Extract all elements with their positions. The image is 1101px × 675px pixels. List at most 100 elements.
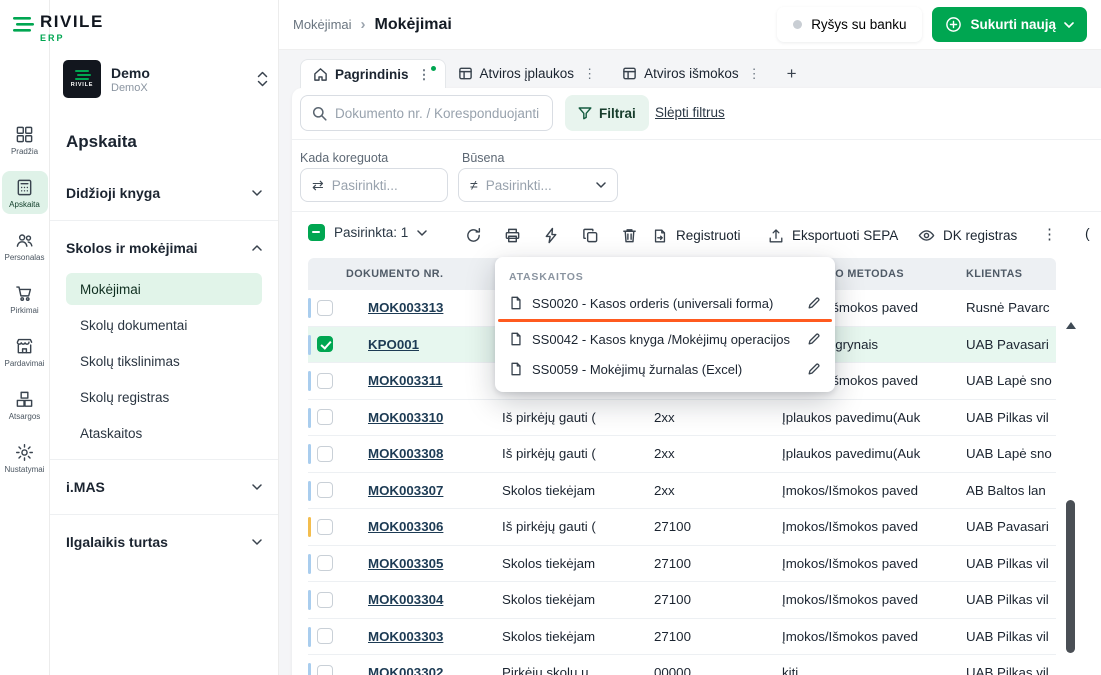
document-link[interactable]: MOK003311: [368, 373, 443, 388]
search-input[interactable]: [335, 106, 541, 121]
sidebar-item-apskaita[interactable]: Apskaita: [2, 171, 48, 214]
copy-button[interactable]: [577, 222, 603, 248]
bank-connection-button[interactable]: Ryšys su banku: [777, 7, 922, 42]
sidebar-group-imas[interactable]: i.MAS: [66, 466, 262, 508]
row-checkbox[interactable]: [317, 555, 333, 571]
row-checkbox[interactable]: [317, 592, 333, 608]
sidebar-group-skolos-ir-mokejimai[interactable]: Skolos ir mokėjimai: [66, 227, 262, 269]
breadcrumb-parent[interactable]: Mokėjimai: [293, 17, 352, 32]
table-row[interactable]: MOK003304 Skolos tiekėjam 27100 Įmokos/I…: [308, 582, 1056, 619]
tab-menu-icon[interactable]: ⋮: [746, 67, 763, 80]
document-link[interactable]: MOK003306: [368, 519, 443, 534]
sidebar-item-pradzia[interactable]: Pradžia: [2, 118, 48, 161]
tab-atviros-iplaukos[interactable]: Atviros įplaukos ⋮: [446, 59, 611, 88]
vertical-scrollbar[interactable]: [1066, 500, 1075, 653]
document-link[interactable]: MOK003310: [368, 410, 443, 425]
create-new-button[interactable]: Sukurti naują: [932, 7, 1087, 42]
zap-button[interactable]: [538, 222, 564, 248]
add-tab-button[interactable]: +: [775, 59, 809, 88]
export-sepa-button[interactable]: Eksportuoti SEPA: [768, 222, 898, 249]
dk-register-button[interactable]: DK registras: [918, 222, 1017, 249]
header-client[interactable]: KLIENTAS: [955, 268, 1056, 280]
sidebar-item-pirkimai[interactable]: Pirkimai: [2, 277, 48, 320]
pencil-icon[interactable]: [807, 362, 821, 376]
sidebar-item-skolu-registras[interactable]: Skolų registras: [66, 381, 262, 413]
document-link[interactable]: MOK003307: [368, 483, 443, 498]
row-checkbox[interactable]: [317, 409, 333, 425]
sidebar-item-mokejimai[interactable]: Mokėjimai: [66, 273, 262, 305]
row-checkbox[interactable]: [317, 373, 333, 389]
client-cell: UAB Pavasari: [955, 519, 1056, 534]
rail-label: Personalas: [4, 253, 44, 262]
pencil-icon[interactable]: [807, 296, 821, 310]
row-checkbox[interactable]: [317, 300, 333, 316]
document-link[interactable]: MOK003304: [368, 592, 443, 607]
org-switcher[interactable]: RIVILE Demo DemoX: [63, 60, 268, 98]
pencil-icon[interactable]: [807, 332, 821, 346]
account-cell: 2xx: [630, 410, 770, 425]
status-select[interactable]: ≠ Pasirinkti...: [458, 168, 618, 202]
toolbar-more-button[interactable]: ⋮: [1042, 225, 1057, 243]
report-item-ss0042[interactable]: SS0042 - Kasos knyga /Mokėjimų operacijo…: [495, 324, 835, 354]
select-placeholder: Pasirinkti...: [332, 178, 398, 193]
scroll-up-arrow-icon[interactable]: [1066, 322, 1076, 329]
window-icon: [458, 66, 473, 81]
divider: [50, 220, 278, 221]
eye-icon: [918, 227, 935, 244]
filters-button[interactable]: Filtrai: [565, 95, 649, 131]
menu-burger-icon[interactable]: [13, 17, 35, 32]
header-document-nr[interactable]: DOKUMENTO NR.: [342, 268, 490, 280]
operation-cell: Skolos tiekėjam: [490, 556, 630, 571]
document-link[interactable]: MOK003305: [368, 556, 443, 571]
brand-name: RIVILE: [40, 12, 104, 32]
hide-filters-link[interactable]: Slėpti filtrus: [655, 105, 725, 120]
report-item-ss0020[interactable]: SS0020 - Kasos orderis (universali forma…: [495, 288, 835, 318]
sidebar-item-pardavimai[interactable]: Pardavimai: [2, 330, 48, 373]
report-item-ss0059[interactable]: SS0059 - Mokėjimų žurnalas (Excel): [495, 354, 835, 384]
sidebar-item-skolu-tikslinimas[interactable]: Skolų tikslinimas: [66, 345, 262, 377]
row-checkbox[interactable]: [317, 628, 333, 644]
divider: [292, 139, 1101, 140]
table-row[interactable]: MOK003308 Iš pirkėjų gauti ( 2xx Įplauko…: [308, 436, 1056, 473]
tab-atviros-ismokos[interactable]: Atviros išmokos ⋮: [610, 59, 775, 88]
row-checkbox[interactable]: [317, 336, 333, 352]
filter-field-label: Kada koreguota: [300, 151, 388, 165]
client-cell: UAB Pilkas vil: [955, 665, 1056, 675]
document-link[interactable]: MOK003308: [368, 446, 443, 461]
document-link[interactable]: MOK003303: [368, 629, 443, 644]
print-button[interactable]: [499, 222, 525, 248]
selection-dropdown[interactable]: Pasirinkta: 1: [308, 224, 427, 241]
table-row[interactable]: MOK003302 Pirkėjų skolų u 00000 kiti UAB…: [308, 655, 1056, 675]
sidebar-item-ataskaitos[interactable]: Ataskaitos: [66, 417, 262, 449]
tab-menu-icon[interactable]: ⋮: [581, 67, 598, 80]
table-row[interactable]: MOK003306 Iš pirkėjų gauti ( 27100 Įmoko…: [308, 509, 1056, 546]
chevron-down-icon: [252, 539, 262, 545]
row-checkbox[interactable]: [317, 665, 333, 675]
register-button[interactable]: Registruoti: [652, 222, 741, 249]
sidebar-group-ilgalaikis-turtas[interactable]: Ilgalaikis turtas: [66, 521, 262, 563]
document-link[interactable]: MOK003313: [368, 300, 443, 315]
sidebar-item-skolu-dokumentai[interactable]: Skolų dokumentai: [66, 309, 262, 341]
tab-pagrindinis[interactable]: Pagrindinis ⋮: [300, 59, 446, 88]
document-link[interactable]: KPO001: [368, 337, 419, 352]
row-checkbox[interactable]: [317, 519, 333, 535]
select-all-checkbox[interactable]: [308, 224, 325, 241]
sidebar-group-didzioji-knyga[interactable]: Didžioji knyga: [66, 172, 262, 214]
refresh-button[interactable]: [460, 222, 486, 248]
sidebar-item-personalas[interactable]: Personalas: [2, 224, 48, 267]
nav-item-label: Mokėjimai: [80, 282, 141, 297]
sidebar-item-atsargos[interactable]: Atsargos: [2, 383, 48, 426]
table-row[interactable]: MOK003310 Iš pirkėjų gauti ( 2xx Įplauko…: [308, 400, 1056, 437]
row-checkbox[interactable]: [317, 482, 333, 498]
date-modified-select[interactable]: ⇄ Pasirinkti...: [300, 168, 448, 202]
delete-button[interactable]: [616, 222, 642, 248]
sidebar-item-nustatymai[interactable]: Nustatymai: [2, 436, 48, 479]
method-cell: Įplaukos pavedimu(Auk: [770, 446, 955, 461]
table-row[interactable]: MOK003305 Skolos tiekėjam 27100 Įmokos/I…: [308, 546, 1056, 583]
plus-circle-icon: [945, 16, 962, 33]
table-row[interactable]: MOK003307 Skolos tiekėjam 2xx Įmokos/Išm…: [308, 473, 1056, 510]
tab-menu-icon[interactable]: ⋮: [416, 68, 433, 81]
table-row[interactable]: MOK003303 Skolos tiekėjam 27100 Įmokos/I…: [308, 619, 1056, 656]
row-checkbox[interactable]: [317, 446, 333, 462]
document-link[interactable]: MOK003302: [368, 665, 443, 675]
